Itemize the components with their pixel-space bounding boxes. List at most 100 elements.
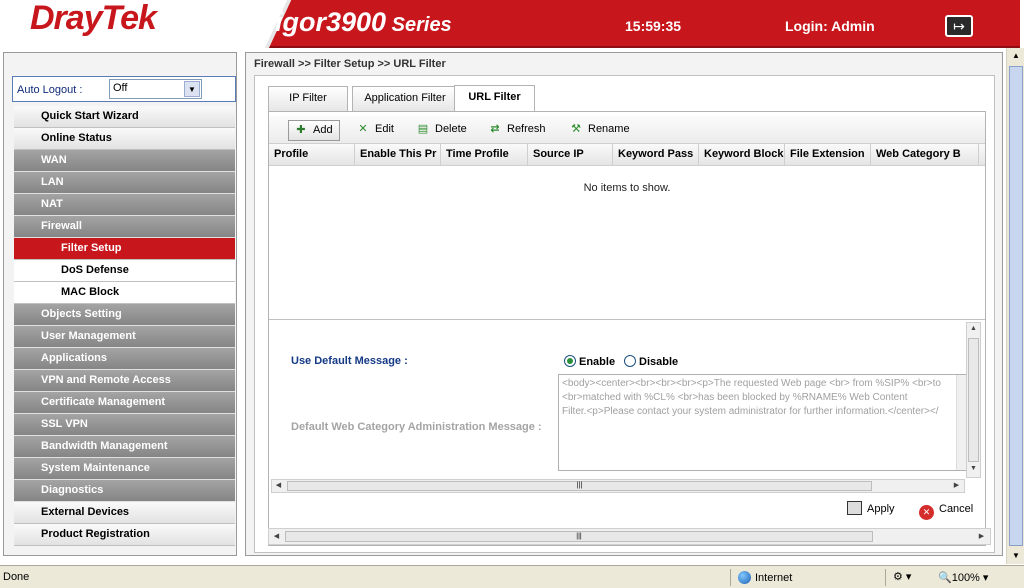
header-bar: DrayTek Vigor3900 Series 15:59:35 Login:… bbox=[0, 0, 1020, 48]
scrollbar-thumb[interactable] bbox=[1009, 66, 1023, 546]
sidebar-item[interactable]: VPN and Remote Access bbox=[14, 370, 235, 392]
form-vertical-scrollbar[interactable]: ▲ ▼ bbox=[966, 322, 981, 478]
cancel-icon: ✕ bbox=[919, 505, 934, 520]
browser-status-bar: Done Internet ⚙ ▾ 🔍100% ▾ bbox=[0, 565, 1024, 588]
grid-header: Profile Enable This Pr Time Profile Sour… bbox=[269, 144, 985, 166]
sidebar-menu: Quick Start Wizard Online Status WAN LAN NAT… bbox=[14, 106, 235, 546]
enable-radio-option[interactable]: Enable bbox=[564, 355, 615, 368]
disable-radio-option[interactable]: Disable bbox=[624, 355, 678, 368]
add-button[interactable]: ✚ Add bbox=[288, 120, 340, 141]
column-header[interactable]: Source IP bbox=[528, 144, 613, 166]
sidebar-item[interactable]: WAN bbox=[14, 150, 235, 172]
rename-label: Rename bbox=[588, 123, 630, 135]
rename-button[interactable]: ⚒ Rename bbox=[566, 120, 630, 141]
zoom-icon: 🔍 bbox=[938, 572, 952, 584]
delete-icon: ▤ bbox=[417, 123, 429, 135]
sidebar-item[interactable]: LAN bbox=[14, 172, 235, 194]
sidebar-item[interactable]: Objects Setting bbox=[14, 304, 235, 326]
sidebar-item[interactable]: System Maintenance bbox=[14, 458, 235, 480]
form-horizontal-scrollbar[interactable]: ◀ ||| ▶ bbox=[271, 479, 965, 493]
sidebar-item[interactable]: MAC Block bbox=[14, 282, 235, 304]
save-icon bbox=[847, 501, 862, 515]
refresh-icon: ⇄ bbox=[490, 123, 500, 135]
column-header[interactable]: Keyword Block bbox=[699, 144, 785, 166]
column-header[interactable]: File Extension bbox=[785, 144, 871, 166]
webcat-message-label: Default Web Category Administration Mess… bbox=[291, 421, 542, 433]
webcat-message-textarea[interactable]: <body><center><br><br><br><p>The request… bbox=[558, 374, 969, 471]
column-header[interactable]: Web Category B bbox=[871, 144, 979, 166]
tab-ip-filter[interactable]: IP Filter bbox=[268, 86, 348, 111]
protected-mode-icon[interactable]: ⚙ ▾ bbox=[893, 570, 911, 583]
sidebar-item[interactable]: Bandwidth Management bbox=[14, 436, 235, 458]
apply-button[interactable]: Apply bbox=[847, 499, 895, 521]
login-status: Login: Admin bbox=[785, 18, 875, 34]
scrollbar-thumb[interactable]: ||| bbox=[285, 531, 873, 542]
security-zone: Internet bbox=[738, 571, 792, 584]
scroll-down-icon[interactable]: ▼ bbox=[967, 463, 980, 475]
column-header[interactable]: Keyword Pass bbox=[613, 144, 699, 166]
globe-icon bbox=[738, 571, 751, 584]
draytek-logo: DrayTek bbox=[30, 0, 157, 37]
scroll-up-icon[interactable]: ▲ bbox=[967, 323, 980, 335]
column-header[interactable]: Enable This Pr bbox=[355, 144, 441, 166]
refresh-button[interactable]: ⇄ Refresh bbox=[485, 120, 545, 141]
auto-logout-select[interactable]: Off ▼ bbox=[109, 79, 202, 99]
sidebar-item[interactable]: DoS Defense bbox=[14, 260, 235, 282]
auto-logout-value: Off bbox=[113, 82, 128, 94]
content-panel: IP Filter Application Filter URL Filter … bbox=[254, 75, 995, 553]
tab-application-filter[interactable]: Application Filter bbox=[352, 86, 458, 111]
sidebar-item[interactable]: Firewall bbox=[14, 216, 235, 238]
scrollbar-thumb[interactable] bbox=[968, 338, 979, 462]
window-vertical-scrollbar[interactable]: ▲ ▼ bbox=[1006, 48, 1024, 564]
sidebar-item[interactable]: Diagnostics bbox=[14, 480, 235, 502]
sidebar-item[interactable]: SSL VPN bbox=[14, 414, 235, 436]
content-frame: Firewall >> Filter Setup >> URL Filter I… bbox=[245, 52, 1003, 556]
scrollbar-thumb[interactable]: ||| bbox=[287, 481, 872, 491]
scroll-right-icon[interactable]: ▶ bbox=[975, 531, 988, 543]
panel-horizontal-scrollbar[interactable]: ◀ ||| ▶ bbox=[268, 528, 991, 545]
product-series: Series bbox=[386, 14, 452, 36]
column-header[interactable]: Profile bbox=[269, 144, 355, 166]
sidebar-item[interactable]: Quick Start Wizard bbox=[14, 106, 235, 128]
sidebar-item[interactable]: NAT bbox=[14, 194, 235, 216]
breadcrumb: Firewall >> Filter Setup >> URL Filter bbox=[254, 58, 446, 70]
auto-logout-label: Auto Logout : bbox=[17, 84, 83, 96]
delete-button[interactable]: ▤ Delete bbox=[413, 120, 467, 141]
scroll-down-icon[interactable]: ▼ bbox=[1009, 548, 1023, 564]
webcat-message-text: <body><center><br><br><br><p>The request… bbox=[562, 378, 941, 417]
scroll-up-icon[interactable]: ▲ bbox=[1009, 48, 1023, 64]
sidebar-item[interactable]: Online Status bbox=[14, 128, 235, 150]
grid-divider bbox=[269, 319, 985, 320]
rename-icon: ⚒ bbox=[571, 123, 581, 135]
cancel-button[interactable]: ✕ Cancel bbox=[919, 499, 973, 521]
tab-body: ✚ Add ✕ Edit ▤ Delete ⇄ Refresh ⚒ Rename Prof… bbox=[268, 111, 986, 546]
edit-icon: ✕ bbox=[358, 123, 368, 135]
tab-url-filter[interactable]: URL Filter bbox=[454, 85, 535, 112]
sidebar-item[interactable]: User Management bbox=[14, 326, 235, 348]
scroll-left-icon[interactable]: ◀ bbox=[270, 531, 283, 543]
sidebar-frame: Auto Logout : Off ▼ Quick Start Wizard On… bbox=[3, 52, 237, 556]
empty-grid-message: No items to show. bbox=[583, 182, 671, 194]
add-label: Add bbox=[313, 124, 333, 136]
zoom-level[interactable]: 🔍100% ▾ bbox=[938, 571, 988, 584]
logout-icon[interactable]: ↦ bbox=[945, 15, 973, 37]
chevron-down-icon[interactable]: ▼ bbox=[184, 81, 200, 97]
zoom-value: 100% bbox=[951, 572, 980, 584]
sidebar-item[interactable]: Certificate Management bbox=[14, 392, 235, 414]
sidebar-item[interactable]: Product Registration bbox=[14, 524, 235, 546]
sidebar-item[interactable]: Applications bbox=[14, 348, 235, 370]
edit-label: Edit bbox=[375, 123, 394, 135]
edit-button[interactable]: ✕ Edit bbox=[353, 120, 394, 141]
column-header[interactable]: Time Profile bbox=[441, 144, 528, 166]
status-divider bbox=[730, 569, 731, 586]
disable-radio[interactable] bbox=[624, 355, 636, 367]
delete-label: Delete bbox=[435, 123, 467, 135]
scroll-right-icon[interactable]: ▶ bbox=[950, 480, 963, 492]
status-divider bbox=[885, 569, 886, 586]
enable-radio[interactable] bbox=[564, 355, 576, 367]
system-clock: 15:59:35 bbox=[625, 18, 682, 34]
sidebar-item[interactable]: External Devices bbox=[14, 502, 235, 524]
product-main: Vigor3900 bbox=[258, 7, 387, 37]
scroll-left-icon[interactable]: ◀ bbox=[272, 480, 285, 492]
sidebar-item[interactable]: Filter Setup bbox=[14, 238, 235, 260]
